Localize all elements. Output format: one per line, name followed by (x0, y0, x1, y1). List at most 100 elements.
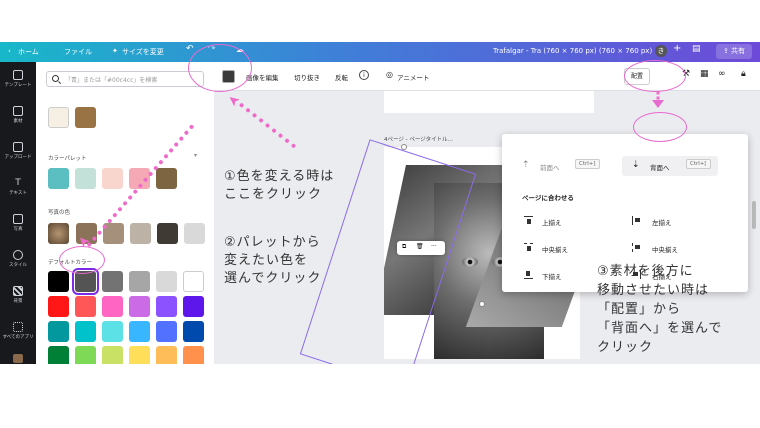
insights-chart-icon[interactable]: ▤ (692, 44, 701, 54)
default-color-swatch[interactable] (48, 321, 69, 342)
color-search-input[interactable]: 「青」または「#00c4cc」を検索 (46, 71, 204, 87)
default-color-swatch[interactable] (156, 296, 177, 317)
rail-styles[interactable]: スタイル (0, 250, 36, 268)
add-member-icon[interactable]: + (673, 43, 681, 54)
default-color-swatch[interactable] (48, 346, 69, 364)
palette-color-swatch[interactable] (48, 168, 69, 189)
align-middle-option[interactable]: 中央揃え (542, 244, 568, 254)
annotation-note1: ①色を変える時は ここをクリック (224, 169, 335, 202)
align-top-icon (524, 216, 533, 225)
palette-color-swatch[interactable] (75, 168, 96, 189)
page-title-label[interactable]: 4ページ - ページタイトル... (384, 135, 453, 143)
forward-shortcut: Ctrl+] (575, 159, 600, 169)
transparency-icon[interactable]: ▦ (700, 69, 709, 79)
forward-icon: ⇡ (522, 160, 530, 170)
text-icon: T (15, 178, 21, 188)
photo-color-swatch[interactable] (157, 223, 178, 244)
default-color-swatch[interactable] (102, 346, 123, 364)
default-color-swatch[interactable] (156, 346, 177, 364)
default-color-swatch[interactable] (75, 296, 96, 317)
info-icon[interactable]: i (359, 70, 369, 80)
search-placeholder: 「青」または「#00c4cc」を検索 (65, 77, 158, 84)
annotation-note3: ③素材を後方に 移動させたい時は 「配置」から 「背面へ」を選んで クリック (597, 264, 723, 355)
align-middle-icon (524, 243, 533, 252)
default-color-swatch[interactable] (48, 271, 69, 292)
color-panel: 「青」または「#00c4cc」を検索 カラーパレット ▾ 写真の色 デフォルトカ… (36, 62, 215, 364)
align-bottom-icon (524, 270, 533, 279)
default-color-swatch[interactable] (129, 296, 150, 317)
default-color-swatch[interactable] (183, 346, 204, 364)
rail-elements[interactable]: 素材 (0, 106, 36, 124)
recent-color-swatch[interactable] (75, 107, 96, 128)
default-color-swatch[interactable] (129, 321, 150, 342)
default-color-swatch[interactable] (156, 321, 177, 342)
default-color-swatch[interactable] (75, 321, 96, 342)
annotation-arrowhead-arrange (652, 100, 664, 108)
rail-apps[interactable]: すべてのアプリ (0, 322, 36, 340)
background-icon (13, 286, 23, 296)
default-color-swatch[interactable] (72, 268, 99, 295)
resize-handle-top[interactable] (401, 144, 407, 150)
palette-expand-icon[interactable]: ▾ (194, 152, 197, 159)
align-center-icon (632, 243, 641, 252)
align-top-option[interactable]: 上揃え (542, 217, 562, 227)
photos-icon (13, 214, 23, 224)
templates-icon (13, 70, 23, 80)
apps-grid-icon (13, 322, 23, 332)
left-rail: テンプレート 素材 アップロード T テキスト 写真 スタイル 背景 すべてのアプ… (0, 62, 36, 364)
default-color-swatch[interactable] (102, 271, 123, 292)
rail-text[interactable]: T テキスト (0, 178, 36, 196)
lock-icon[interactable]: 🔒︎ (741, 69, 746, 79)
align-left-icon (632, 216, 641, 225)
animate-button[interactable]: アニメート (397, 72, 429, 82)
animate-icon: ◎ (386, 70, 393, 79)
elements-icon (13, 106, 23, 116)
profile-thumbnail (13, 354, 23, 363)
share-upload-icon: ⇪ (722, 47, 729, 55)
default-color-swatch[interactable] (102, 321, 123, 342)
file-menu[interactable]: ファイル (64, 47, 92, 57)
styles-icon (13, 250, 23, 260)
recent-color-swatch[interactable] (48, 107, 69, 128)
default-color-swatch[interactable] (183, 296, 204, 317)
rail-templates[interactable]: テンプレート (0, 70, 36, 88)
annotation-circle-backward (633, 112, 687, 142)
home-button[interactable]: ホーム (18, 47, 39, 57)
default-color-swatch[interactable] (129, 346, 150, 364)
link-icon[interactable]: ∞ (718, 69, 726, 79)
flip-button[interactable]: 反転 (335, 72, 348, 82)
share-label: 共有 (731, 47, 746, 55)
rail-profile-thumb[interactable] (0, 354, 36, 364)
rail-background[interactable]: 背景 (0, 286, 36, 304)
default-color-swatch[interactable] (48, 296, 69, 317)
align-bottom-option[interactable]: 下揃え (542, 271, 562, 281)
default-color-swatch[interactable] (129, 271, 150, 292)
backward-shortcut: Ctrl+[ (686, 159, 711, 169)
align-center-option[interactable]: 中央揃え (652, 244, 678, 254)
avatar[interactable]: き (655, 45, 667, 57)
rail-photos[interactable]: 写真 (0, 214, 36, 232)
default-color-swatch[interactable] (156, 271, 177, 292)
forward-option[interactable]: 前面へ (540, 162, 560, 172)
share-button[interactable]: ⇪ 共有 (716, 44, 752, 59)
align-left-option[interactable]: 左揃え (652, 217, 672, 227)
photo-colors-heading: 写真の色 (48, 210, 71, 216)
rotate-handle[interactable] (479, 301, 485, 307)
default-color-swatch[interactable] (102, 296, 123, 317)
back-chevron-icon[interactable]: ‹ (8, 47, 11, 55)
photo-thumbnail[interactable] (48, 223, 69, 244)
default-color-swatch[interactable] (183, 321, 204, 342)
canvas-scrollbar[interactable] (752, 201, 756, 229)
palette-color-swatch[interactable] (156, 168, 177, 189)
default-color-swatch[interactable] (75, 346, 96, 364)
crop-button[interactable]: 切り抜き (294, 72, 320, 82)
default-color-swatch[interactable] (183, 271, 204, 292)
rail-uploads[interactable]: アップロード (0, 142, 36, 160)
photo-color-swatch[interactable] (130, 223, 151, 244)
document-title[interactable]: Trafalgar - Tra (760 × 760 px) (760 × 76… (493, 47, 652, 55)
undo-icon[interactable]: ↶ (186, 44, 194, 54)
photo-color-swatch[interactable] (184, 223, 205, 244)
resize-button[interactable]: サイズを変更 (122, 47, 164, 57)
annotation-circle-arrange (624, 60, 686, 92)
palette-color-swatch[interactable] (102, 168, 123, 189)
